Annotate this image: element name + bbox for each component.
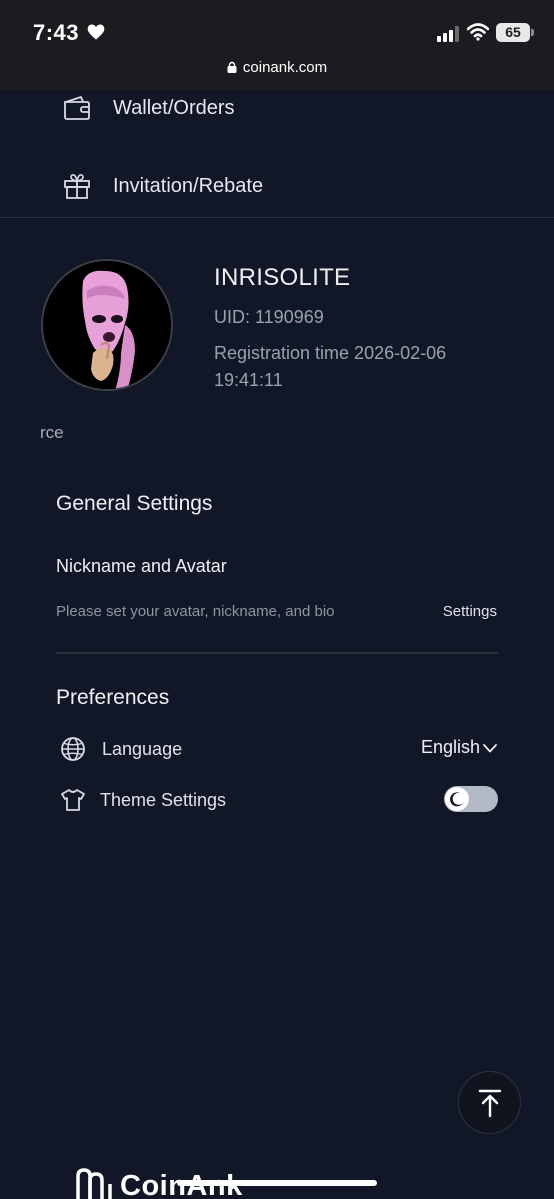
lock-icon [227,61,237,73]
url-text: coinank.com [242,59,328,76]
gift-icon [64,174,90,199]
language-select[interactable]: English [421,737,498,758]
scroll-to-top-button[interactable] [458,1071,521,1134]
profile-registration-time: Registration time 2026-02-06 19:41:11 [214,343,447,390]
home-indicator [177,1180,377,1186]
truncated-text: rce [40,423,64,442]
language-row[interactable]: Language English [56,734,498,764]
menu-item-label: Invitation/Rebate [113,174,264,197]
theme-settings-label: Theme Settings [100,789,227,810]
cellular-signal-icon [437,26,459,42]
menu-item-label: Wallet/Orders [113,96,235,119]
menu-item-invitation-rebate[interactable]: Invitation/Rebate [62,166,263,206]
globe-icon [61,737,85,761]
app-page: 7:43 65 coinank.com Wallet/Orders Invita… [0,0,554,1199]
battery-indicator: 65 [496,23,530,42]
tshirt-icon [61,789,85,811]
moon-icon [450,792,463,807]
avatar[interactable] [41,259,173,391]
profile-username: INRISOLITE [214,264,351,291]
coinank-logo-icon [76,1168,112,1199]
toggle-knob [445,787,469,811]
avatar-image [43,261,171,389]
battery-nub [531,29,534,36]
preferences-title: Preferences [56,686,170,709]
profile-uid: UID: 1190969 [214,307,324,327]
chevron-down-icon [483,743,497,752]
nickname-avatar-title: Nickname and Avatar [56,556,227,576]
wifi-icon [467,23,489,41]
section-divider [56,652,498,654]
status-bar: 7:43 65 coinank.com [0,0,554,90]
theme-settings-row[interactable]: Theme Settings [56,785,498,815]
nickname-settings-link[interactable]: Settings [443,603,497,620]
menu-divider [0,217,554,218]
address-bar[interactable]: coinank.com [0,59,554,76]
general-settings-title: General Settings [56,492,213,515]
language-label: Language [102,738,183,759]
nickname-avatar-description: Please set your avatar, nickname, and bi… [56,603,335,620]
wallet-icon [64,96,90,120]
menu-item-wallet-orders[interactable]: Wallet/Orders [62,88,235,128]
heart-icon [87,24,105,40]
arrow-up-to-top-icon [478,1089,501,1117]
theme-toggle[interactable] [444,786,498,812]
status-time: 7:43 [33,20,80,45]
language-value: English [420,737,480,757]
